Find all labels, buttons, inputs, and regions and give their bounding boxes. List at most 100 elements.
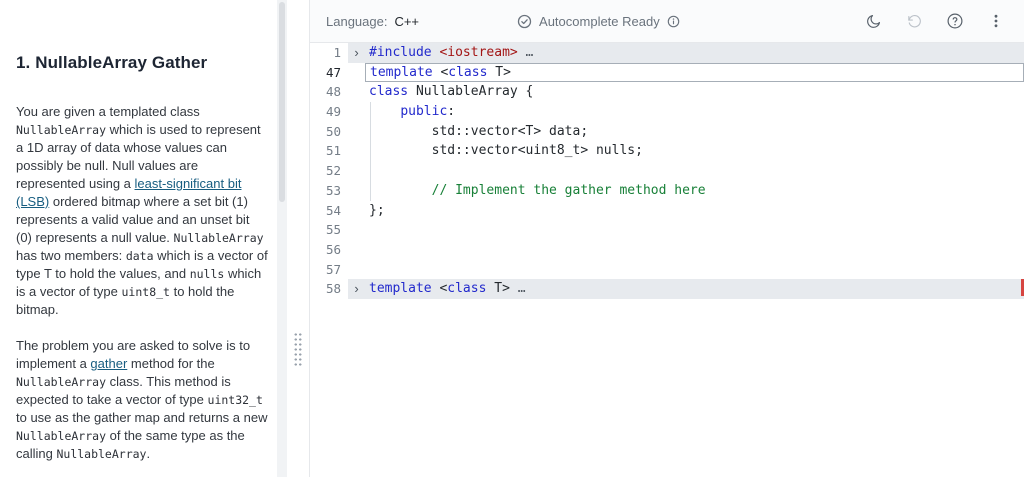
code-token: template xyxy=(370,64,433,80)
problem-scrollbar-thumb[interactable] xyxy=(279,2,285,202)
code-line-body xyxy=(348,240,1024,260)
code-line[interactable]: 51 std::vector<uint8_t> nulls; xyxy=(310,141,1024,162)
problem-paragraph: The problem you are asked to solve is to… xyxy=(16,337,268,463)
code-line-body: }; xyxy=(348,201,1024,221)
dark-mode-icon[interactable] xyxy=(863,11,883,31)
code-token: public xyxy=(400,104,448,120)
code-token: <iostream> xyxy=(439,45,518,60)
text-link[interactable]: gather xyxy=(90,356,127,371)
paragraph-text: to use as the gather map and returns a n… xyxy=(16,410,268,425)
code-content: // Implement the gather method here xyxy=(365,180,1024,201)
history-icon[interactable] xyxy=(904,11,924,31)
code-line[interactable]: 1 › #include <iostream> … xyxy=(310,43,1024,63)
autocomplete-status: Autocomplete Ready xyxy=(517,14,681,29)
paragraph-text: . xyxy=(146,446,151,461)
fold-gutter xyxy=(348,181,365,201)
inline-code: NullableArray xyxy=(16,429,107,443)
inline-code: NullableArray xyxy=(16,123,107,137)
language-label: Language: xyxy=(326,13,388,29)
code-line[interactable]: 56 xyxy=(310,240,1024,260)
fold-gutter xyxy=(348,201,365,221)
code-token: class xyxy=(369,84,409,100)
panel-resize-handle-icon[interactable] xyxy=(293,332,303,368)
toolbar-icon-group xyxy=(863,11,1006,31)
fold-gutter xyxy=(348,260,365,280)
fold-gutter xyxy=(348,161,365,181)
code-content: std::vector<uint8_t> nulls; xyxy=(365,141,1024,162)
editor-panel: Language: C++ Autocomplete Ready 1 › #in… xyxy=(310,0,1024,477)
fold-gutter xyxy=(348,240,365,260)
code-line-body: std::vector<uint8_t> nulls; xyxy=(348,141,1024,162)
panel-divider xyxy=(287,0,310,477)
code-line-body: class NullableArray { xyxy=(348,82,1024,102)
paragraph-text: has two members: xyxy=(16,248,126,263)
line-number: 50 xyxy=(325,123,341,139)
problem-paragraphs: You are given a templated class Nullable… xyxy=(16,103,268,463)
inline-code: data xyxy=(125,249,154,263)
line-number: 52 xyxy=(325,163,341,179)
line-number: 49 xyxy=(325,104,341,120)
code-line[interactable]: 52 xyxy=(310,161,1024,181)
editor-toolbar: Language: C++ Autocomplete Ready xyxy=(310,0,1024,43)
code-line[interactable]: 50 std::vector<T> data; xyxy=(310,121,1024,142)
code-line[interactable]: 47 template <class T> xyxy=(310,62,1024,83)
code-line[interactable]: 54}; xyxy=(310,201,1024,221)
code-line-body xyxy=(348,161,1024,181)
code-content xyxy=(365,220,1024,240)
code-lines: 1 › #include <iostream> … 47 template <class… xyxy=(310,43,1024,299)
fold-placeholder[interactable]: … xyxy=(510,281,526,296)
code-content: std::vector<T> data; xyxy=(365,121,1024,142)
fold-gutter xyxy=(348,141,365,161)
line-number: 1 xyxy=(333,45,341,60)
code-line[interactable]: 55 xyxy=(310,220,1024,240)
problem-title: 1. NullableArray Gather xyxy=(16,53,208,72)
code-token: NullableArray { xyxy=(408,84,534,100)
code-token: }; xyxy=(369,202,385,218)
inline-code: NullableArray xyxy=(173,231,264,245)
kebab-menu-icon[interactable] xyxy=(986,11,1006,31)
fold-gutter xyxy=(348,63,365,83)
code-content xyxy=(365,161,1024,181)
info-icon[interactable] xyxy=(667,14,681,28)
code-token: std::vector<uint8_t> nulls; xyxy=(369,143,643,159)
help-icon[interactable] xyxy=(945,11,965,31)
code-line[interactable]: 53 // Implement the gather method here xyxy=(310,180,1024,201)
code-line-body: // Implement the gather method here xyxy=(348,180,1024,201)
fold-placeholder[interactable]: … xyxy=(518,45,534,60)
code-line[interactable]: 48 class NullableArray { xyxy=(310,82,1024,102)
language-select[interactable]: C++ xyxy=(394,14,419,29)
paragraph-text: method for the xyxy=(127,356,215,371)
fold-gutter xyxy=(348,102,365,122)
code-content: template <class T> xyxy=(365,62,1024,83)
inline-code: nulls xyxy=(189,267,225,281)
line-number: 48 xyxy=(325,84,341,100)
line-number: 58 xyxy=(325,281,341,297)
code-token: #include xyxy=(369,45,432,60)
code-token: < xyxy=(432,64,449,80)
inline-code: uint8_t xyxy=(121,285,170,299)
code-line-body: › template <class T> … xyxy=(348,279,1024,299)
code-token: < xyxy=(431,281,448,297)
code-token: T> xyxy=(487,64,511,80)
code-line[interactable]: 57 xyxy=(310,260,1024,280)
code-line-body: public: xyxy=(348,102,1024,122)
line-number: 55 xyxy=(325,222,341,238)
fold-arrow-icon[interactable]: › xyxy=(348,43,365,63)
code-editor[interactable]: 1 › #include <iostream> … 47 template <class… xyxy=(310,43,1024,477)
code-content: public: xyxy=(365,102,1024,122)
code-content xyxy=(365,260,1024,280)
problem-scrollbar[interactable] xyxy=(277,0,287,477)
code-content: template <class T> … xyxy=(365,279,1024,299)
paragraph-text: You are given a templated class xyxy=(16,104,200,119)
autocomplete-status-text: Autocomplete Ready xyxy=(539,13,660,29)
line-number: 51 xyxy=(325,143,341,159)
code-content: }; xyxy=(365,201,1024,221)
fold-arrow-icon[interactable]: › xyxy=(348,279,365,299)
app-window: 1. NullableArray Gather You are given a … xyxy=(0,0,1024,477)
code-line-body: template <class T> xyxy=(348,62,1024,83)
code-line[interactable]: 49 public: xyxy=(310,102,1024,122)
line-number: 53 xyxy=(325,182,341,198)
code-line[interactable]: 58 › template <class T> … xyxy=(310,279,1024,299)
